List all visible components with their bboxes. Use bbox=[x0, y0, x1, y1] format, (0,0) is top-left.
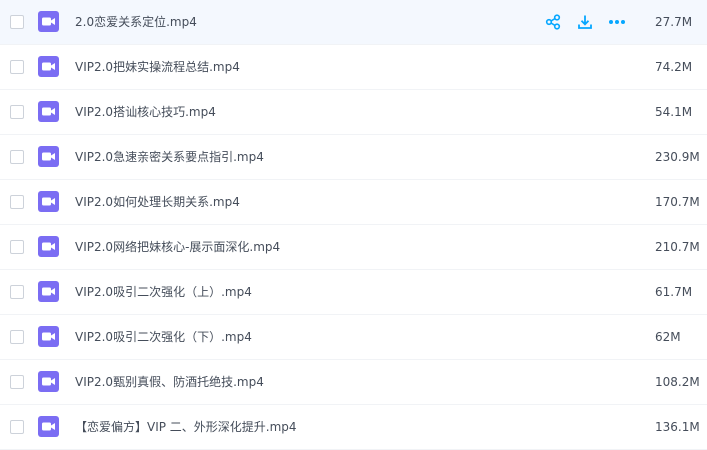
file-list: 2.0恋爱关系定位.mp4 27.7M VIP2.0把妹实操流程总结.mp4 7… bbox=[0, 0, 707, 450]
download-icon[interactable] bbox=[575, 12, 595, 32]
file-size: 230.9M bbox=[655, 150, 700, 164]
file-name[interactable]: 2.0恋爱关系定位.mp4 bbox=[75, 0, 197, 44]
file-size: 74.2M bbox=[655, 60, 693, 74]
file-row[interactable]: VIP2.0吸引二次强化（上）.mp4 61.7M bbox=[0, 270, 707, 315]
row-actions bbox=[543, 0, 639, 44]
row-checkbox[interactable] bbox=[10, 285, 24, 299]
file-row[interactable]: VIP2.0网络把妹核心-展示面深化.mp4 210.7M bbox=[0, 225, 707, 270]
file-row[interactable]: VIP2.0如何处理长期关系.mp4 170.7M bbox=[0, 180, 707, 225]
file-row[interactable]: VIP2.0把妹实操流程总结.mp4 74.2M bbox=[0, 45, 707, 90]
more-icon[interactable] bbox=[607, 12, 627, 32]
row-checkbox[interactable] bbox=[10, 195, 24, 209]
row-checkbox[interactable] bbox=[10, 150, 24, 164]
file-row[interactable]: 2.0恋爱关系定位.mp4 27.7M bbox=[0, 0, 707, 45]
file-name[interactable]: 【恋爱偏方】VIP 二、外形深化提升.mp4 bbox=[75, 405, 297, 449]
file-size: 136.1M bbox=[655, 420, 700, 434]
file-name[interactable]: VIP2.0搭讪核心技巧.mp4 bbox=[75, 90, 216, 134]
file-name[interactable]: VIP2.0急速亲密关系要点指引.mp4 bbox=[75, 135, 264, 179]
file-name[interactable]: VIP2.0吸引二次强化（下）.mp4 bbox=[75, 315, 252, 359]
video-file-icon bbox=[38, 281, 59, 302]
video-file-icon bbox=[38, 236, 59, 257]
file-size: 108.2M bbox=[655, 375, 700, 389]
file-name[interactable]: VIP2.0把妹实操流程总结.mp4 bbox=[75, 45, 240, 89]
file-name[interactable]: VIP2.0吸引二次强化（上）.mp4 bbox=[75, 270, 252, 314]
row-checkbox[interactable] bbox=[10, 105, 24, 119]
file-size: 62M bbox=[655, 330, 681, 344]
file-name[interactable]: VIP2.0如何处理长期关系.mp4 bbox=[75, 180, 240, 224]
video-file-icon bbox=[38, 371, 59, 392]
video-file-icon bbox=[38, 326, 59, 347]
file-name[interactable]: VIP2.0网络把妹核心-展示面深化.mp4 bbox=[75, 225, 280, 269]
file-size: 61.7M bbox=[655, 285, 693, 299]
file-row[interactable]: VIP2.0吸引二次强化（下）.mp4 62M bbox=[0, 315, 707, 360]
file-size: 210.7M bbox=[655, 240, 700, 254]
share-icon[interactable] bbox=[543, 12, 563, 32]
file-row[interactable]: VIP2.0甄别真假、防酒托绝技.mp4 108.2M bbox=[0, 360, 707, 405]
row-checkbox[interactable] bbox=[10, 60, 24, 74]
file-size: 170.7M bbox=[655, 195, 700, 209]
row-checkbox[interactable] bbox=[10, 240, 24, 254]
file-row[interactable]: VIP2.0急速亲密关系要点指引.mp4 230.9M bbox=[0, 135, 707, 180]
video-file-icon bbox=[38, 146, 59, 167]
video-file-icon bbox=[38, 101, 59, 122]
video-file-icon bbox=[38, 416, 59, 437]
row-checkbox[interactable] bbox=[10, 15, 24, 29]
video-file-icon bbox=[38, 56, 59, 77]
video-file-icon bbox=[38, 191, 59, 212]
file-row[interactable]: 【恋爱偏方】VIP 二、外形深化提升.mp4 136.1M bbox=[0, 405, 707, 450]
row-checkbox[interactable] bbox=[10, 330, 24, 344]
file-name[interactable]: VIP2.0甄别真假、防酒托绝技.mp4 bbox=[75, 360, 264, 404]
row-checkbox[interactable] bbox=[10, 420, 24, 434]
video-file-icon bbox=[38, 11, 59, 32]
file-size: 54.1M bbox=[655, 105, 693, 119]
file-row[interactable]: VIP2.0搭讪核心技巧.mp4 54.1M bbox=[0, 90, 707, 135]
row-checkbox[interactable] bbox=[10, 375, 24, 389]
file-size: 27.7M bbox=[655, 15, 693, 29]
